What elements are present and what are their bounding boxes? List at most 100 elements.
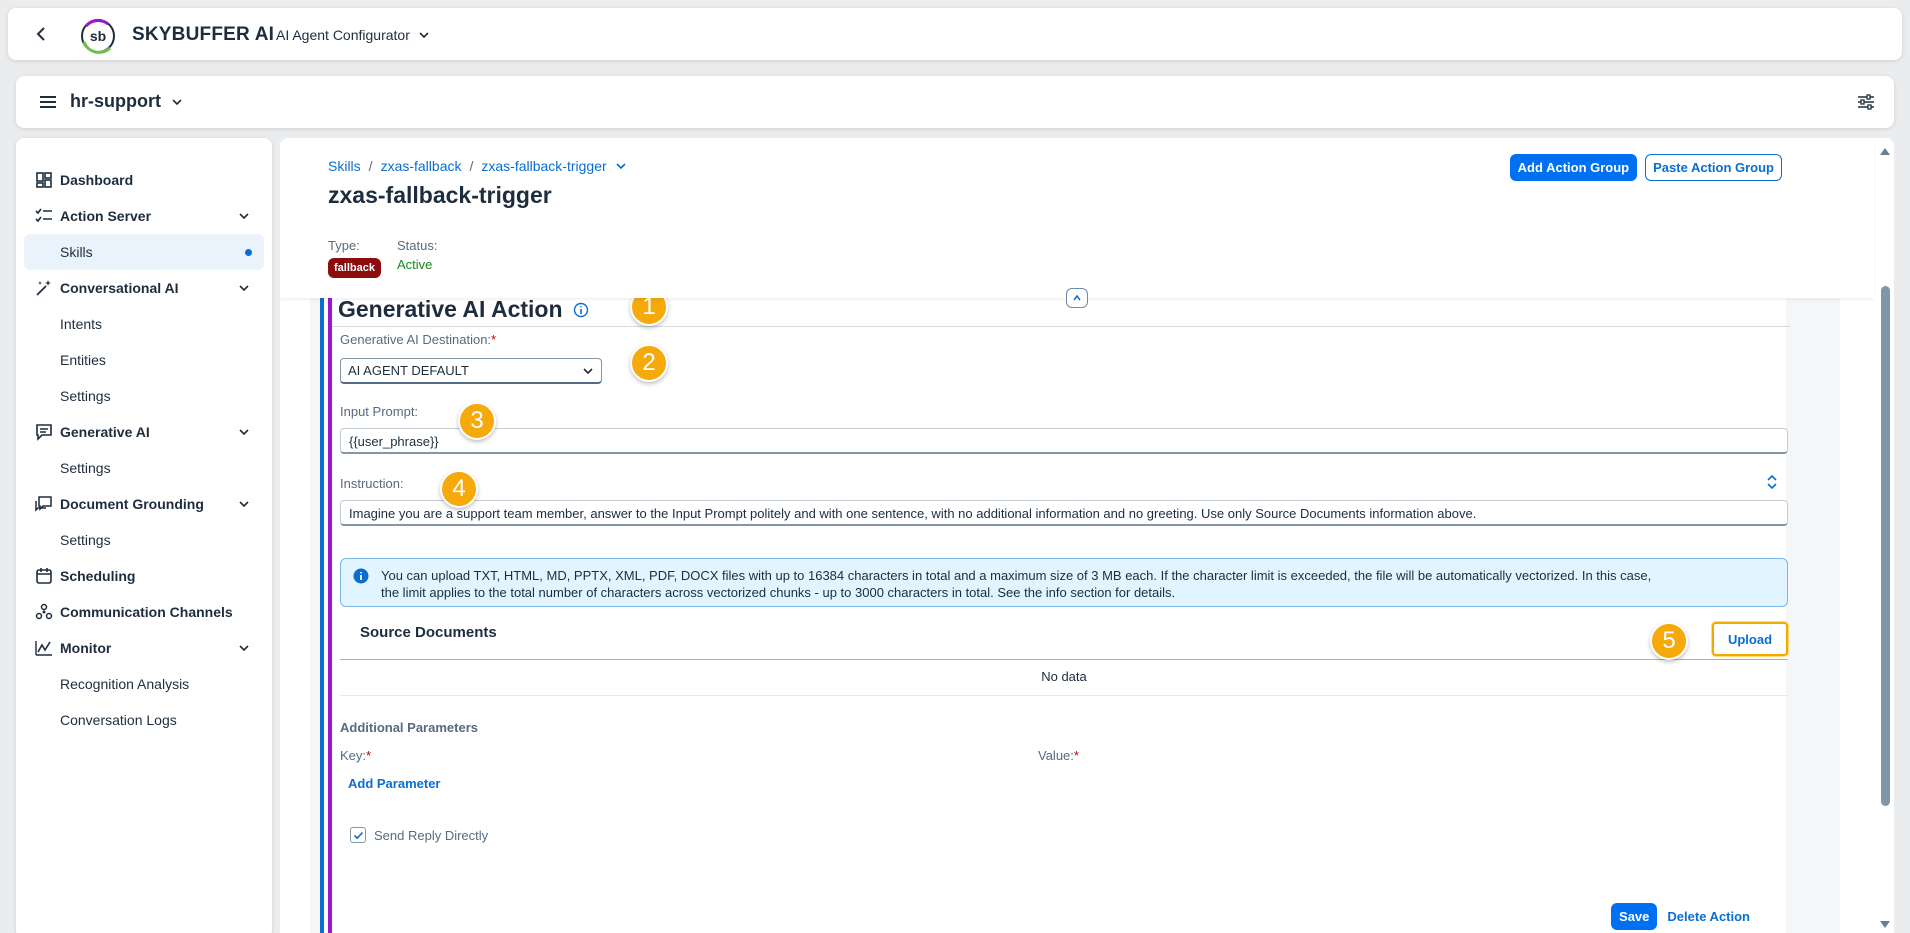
sidebar-item-generative-ai[interactable]: Generative AI (16, 414, 272, 450)
value-label: Value:* (1038, 748, 1079, 763)
sidebar-item-label: Recognition Analysis (60, 676, 190, 692)
breadcrumb-zxas-fallback[interactable]: zxas-fallback (381, 158, 462, 174)
action-title-text: Generative AI Action (338, 296, 563, 322)
sidebar-item-grounding-settings[interactable]: Settings (16, 522, 272, 558)
chevron-down-icon (583, 367, 593, 374)
destination-value: AI AGENT DEFAULT (348, 363, 469, 378)
sidebar-item-monitor[interactable]: Monitor (16, 630, 272, 666)
send-reply-directly-checkbox[interactable]: Send Reply Directly (350, 827, 488, 843)
breadcrumb-separator: / (469, 158, 474, 174)
status-label: Status: (396, 238, 438, 253)
project-selector[interactable]: hr-support (70, 91, 183, 112)
chevron-down-icon (239, 285, 249, 292)
info-text-line-2: the limit applies to the total number of… (381, 585, 1176, 600)
sidebar-item-conversation-logs[interactable]: Conversation Logs (16, 702, 272, 738)
chat-icon (34, 422, 54, 442)
breadcrumb-skills[interactable]: Skills (328, 158, 361, 174)
info-message-strip: You can upload TXT, HTML, MD, PPTX, XML,… (340, 558, 1788, 607)
sidebar-item-document-grounding[interactable]: Document Grounding (16, 486, 272, 522)
filter-settings-icon[interactable] (1856, 92, 1876, 112)
sidebar-item-label: Generative AI (60, 424, 150, 440)
sidebar-item-action-server[interactable]: Action Server (16, 198, 272, 234)
required-asterisk: * (491, 332, 497, 347)
input-prompt-field[interactable]: {{user_phrase}} (340, 428, 1788, 454)
line-chart-icon (34, 638, 54, 658)
sidebar-item-intents[interactable]: Intents (16, 306, 272, 342)
sidebar-item-conversational-settings[interactable]: Settings (16, 378, 272, 414)
key-label-text: Key: (340, 748, 367, 763)
checklist-icon (34, 206, 54, 226)
sidebar-item-label: Skills (60, 244, 93, 260)
destination-select[interactable]: AI AGENT DEFAULT (340, 358, 602, 384)
add-parameter-button[interactable]: Add Parameter (348, 776, 440, 791)
send-reply-label: Send Reply Directly (374, 827, 489, 843)
project-name: hr-support (70, 91, 161, 111)
info-icon[interactable] (573, 302, 589, 318)
type-attribute: Type: fallback (328, 238, 381, 278)
status-attribute: Status: Active (397, 238, 437, 278)
scroll-up-arrow[interactable] (1880, 148, 1890, 155)
content-area: Generative AI Action Generative AI Desti… (310, 288, 1840, 933)
scroll-down-arrow[interactable] (1880, 921, 1890, 928)
collapse-header-button[interactable] (1066, 288, 1088, 308)
scrollbar-thumb[interactable] (1881, 286, 1890, 806)
expand-collapse-icon[interactable] (1764, 474, 1780, 490)
chevron-down-icon (239, 645, 249, 652)
brand-name: SKYBUFFER AI (132, 24, 275, 45)
chevron-down-icon (172, 98, 182, 105)
delete-action-button[interactable]: Delete Action (1667, 909, 1750, 924)
chevron-down-icon[interactable] (615, 160, 627, 172)
skybuffer-logo-icon: sb (81, 19, 115, 54)
vertical-scrollbar[interactable] (1876, 138, 1894, 933)
source-documents-title: Source Documents (360, 624, 497, 641)
app-selector[interactable]: AI Agent Configurator (276, 27, 430, 43)
main-panel: Skills / zxas-fallback / zxas-fallback-t… (280, 138, 1894, 933)
additional-parameters-title: Additional Parameters (340, 720, 478, 735)
calendar-icon (34, 566, 54, 586)
sidebar-item-generative-settings[interactable]: Settings (16, 450, 272, 486)
divider (332, 326, 1790, 327)
header-attributes: Type: fallback Status: Active (328, 238, 437, 278)
sidebar-item-scheduling[interactable]: Scheduling (16, 558, 272, 594)
chevron-up-icon (1073, 294, 1081, 301)
value-label-text: Value: (1038, 748, 1074, 763)
instruction-field[interactable]: Imagine you are a support team member, a… (340, 500, 1788, 526)
sidebar-item-entities[interactable]: Entities (16, 342, 272, 378)
back-icon[interactable] (32, 24, 52, 44)
sidebar-item-communication-channels[interactable]: Communication Channels (16, 594, 272, 630)
object-page-header: Skills / zxas-fallback / zxas-fallback-t… (280, 138, 1874, 298)
header-actions: Add Action Group Paste Action Group (1509, 154, 1782, 181)
sidebar-item-recognition-analysis[interactable]: Recognition Analysis (16, 666, 272, 702)
sidebar-item-conversational-ai[interactable]: Conversational AI (16, 270, 272, 306)
source-documents-empty: No data (340, 660, 1788, 696)
save-button[interactable]: Save (1611, 903, 1658, 930)
destination-label-text: Generative AI Destination: (340, 332, 492, 347)
breadcrumb-current[interactable]: zxas-fallback-trigger (481, 158, 606, 174)
upload-button[interactable]: Upload (1712, 622, 1788, 656)
checkbox-box[interactable] (350, 827, 366, 843)
add-action-group-button[interactable]: Add Action Group (1509, 154, 1638, 181)
chevron-down-icon (239, 429, 249, 436)
hamburger-menu-icon[interactable] (38, 92, 58, 112)
callout-marker-5: 5 (1650, 622, 1688, 660)
key-label: Key:* (340, 748, 371, 763)
network-icon (34, 602, 54, 622)
paste-action-group-button[interactable]: Paste Action Group (1645, 154, 1782, 181)
info-text-line-1: You can upload TXT, HTML, MD, PPTX, XML,… (381, 568, 1652, 583)
sidebar-item-skills[interactable]: Skills (24, 234, 264, 270)
chevron-down-icon (419, 32, 429, 39)
sidebar-item-dashboard[interactable]: Dashboard (16, 162, 272, 198)
sidebar-item-label: Dashboard (60, 172, 134, 188)
project-bar: hr-support (16, 76, 1894, 128)
callout-marker-3: 3 (458, 402, 496, 440)
status-value: Active (396, 257, 433, 272)
sidebar-item-label: Scheduling (60, 568, 136, 584)
sidebar-item-label: Monitor (60, 640, 112, 656)
magic-wand-icon (34, 278, 54, 298)
svg-text:sb: sb (90, 28, 106, 44)
chevron-down-icon (239, 501, 249, 508)
sidebar-item-label: Entities (60, 352, 106, 368)
sidebar-item-label: Settings (60, 460, 111, 476)
active-indicator-dot (245, 249, 252, 256)
callout-marker-2: 2 (630, 344, 668, 382)
